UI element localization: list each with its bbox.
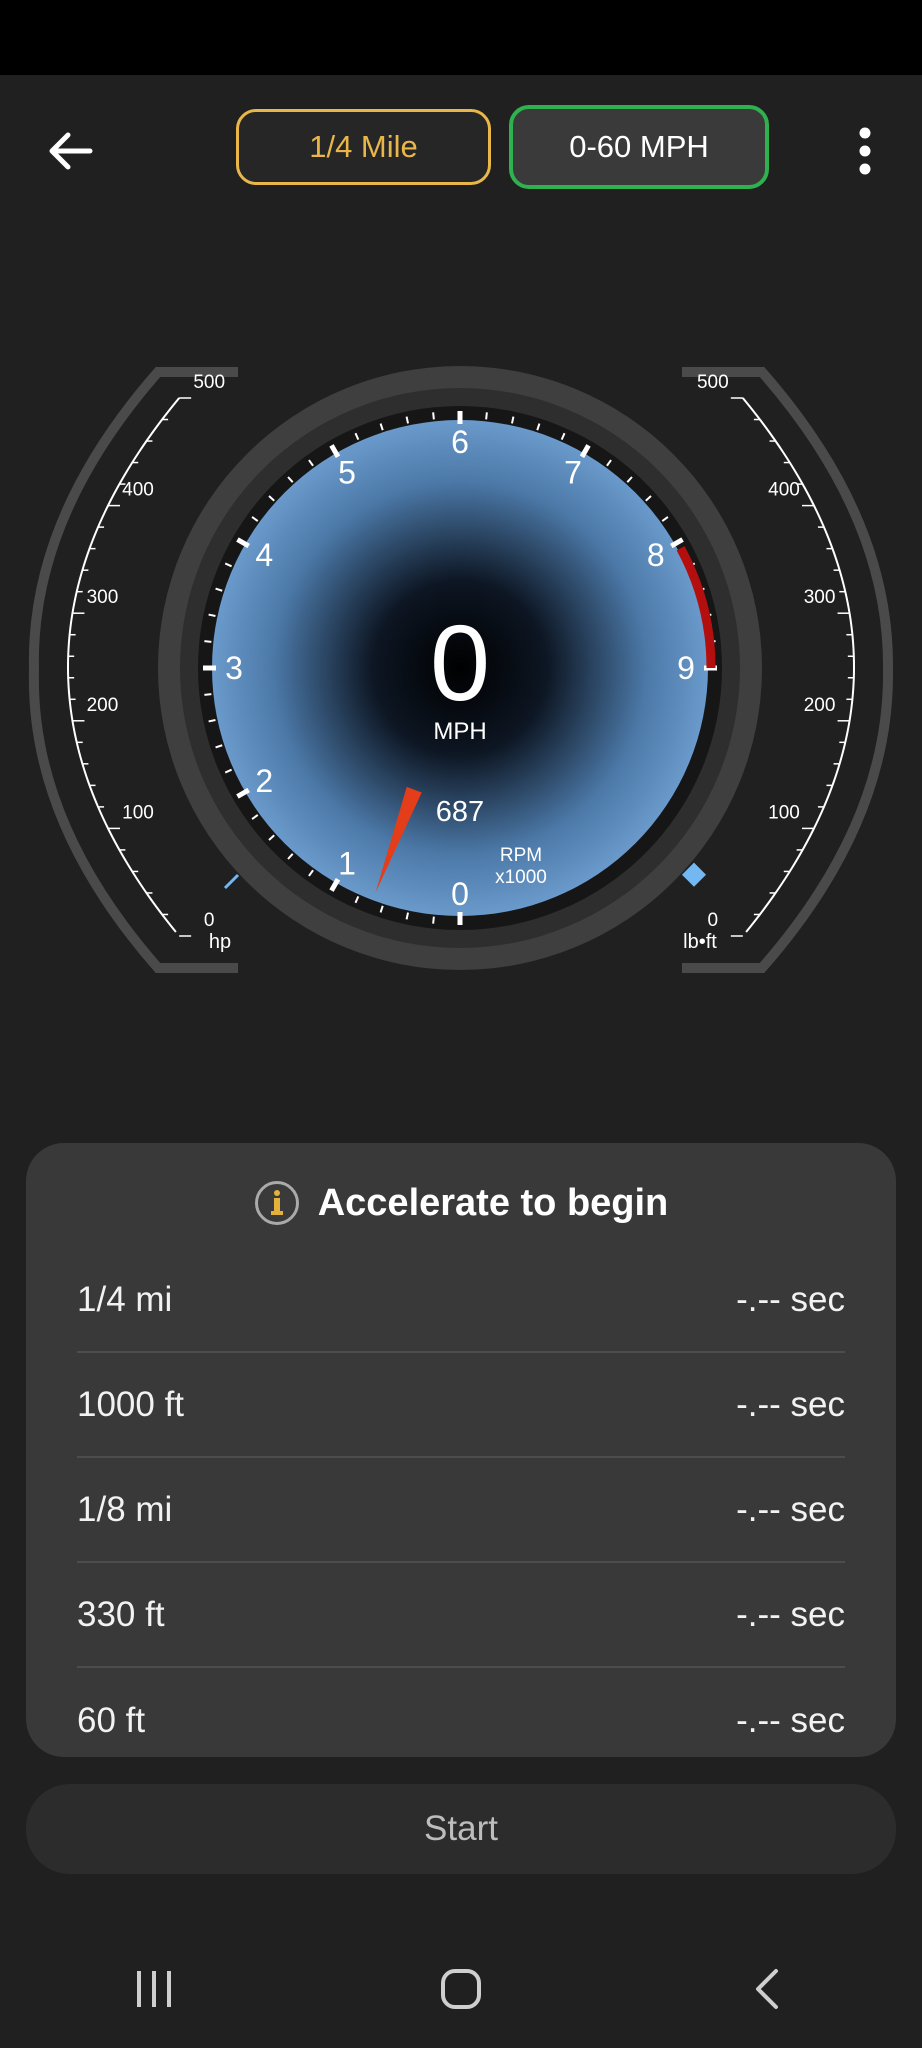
rpm-value: 687 xyxy=(436,796,484,828)
chevron-left-icon xyxy=(756,1969,779,2009)
rpm-minor-tick xyxy=(510,416,515,424)
more-vertical-icon xyxy=(859,127,871,175)
rpm-label: RPM xyxy=(500,845,542,866)
rpm-tick-label: 5 xyxy=(338,454,356,490)
result-row: 1/4 mi -.-- sec xyxy=(77,1248,845,1353)
rpm-minor-tick xyxy=(204,640,212,643)
rpm-tick-label: 6 xyxy=(451,424,469,460)
rpm-tick-label: 3 xyxy=(225,650,243,686)
result-row: 1/8 mi -.-- sec xyxy=(77,1458,845,1563)
speed-unit: MPH xyxy=(433,718,486,745)
result-row: 1000 ft -.-- sec xyxy=(77,1353,845,1458)
nav-home-button[interactable] xyxy=(401,1949,521,2029)
rpm-minor-tick xyxy=(432,916,435,924)
torque-unit: lb•ft xyxy=(683,931,717,953)
rpm-multiplier: x1000 xyxy=(495,867,547,888)
gauge-svg: 0 100 200 300 400 500 0 100 200 300 400 500 0 1 2 3 4 5… xyxy=(28,366,894,973)
side-scale-label: 200 xyxy=(87,695,119,716)
gauge-cluster: 0 100 200 300 400 500 0 100 200 300 400 500 0 1 2 3 4 5… xyxy=(0,350,922,990)
side-scale-label: 100 xyxy=(768,802,800,823)
nav-recents-button[interactable] xyxy=(94,1949,214,2029)
result-value: -.-- sec xyxy=(736,1489,845,1529)
status-bar xyxy=(0,0,922,75)
side-scale-label: 400 xyxy=(768,480,800,501)
rpm-minor-tick xyxy=(485,412,488,420)
rpm-minor-tick xyxy=(208,718,216,723)
panel-title: Accelerate to begin xyxy=(317,1181,669,1224)
side-scale-label: 0 xyxy=(204,910,215,931)
results-panel: Accelerate to begin 1/4 mi -.-- sec 1000 f… xyxy=(26,1143,896,1757)
rpm-tick-label: 8 xyxy=(647,537,665,573)
side-scale-label: 500 xyxy=(697,372,729,393)
hp-marker xyxy=(223,873,240,890)
more-options-button[interactable] xyxy=(845,119,885,183)
nav-back-button[interactable] xyxy=(708,1949,828,2029)
result-value: -.-- sec xyxy=(736,1279,845,1319)
rpm-minor-tick xyxy=(405,912,410,920)
side-scale-label: 200 xyxy=(804,695,836,716)
rpm-tick-label: 1 xyxy=(338,846,356,882)
result-label: 1000 ft xyxy=(77,1384,185,1424)
results-list: 1/4 mi -.-- sec 1000 ft -.-- sec 1/8 mi -.-- … xyxy=(77,1248,845,1773)
result-value: -.-- sec xyxy=(736,1594,845,1634)
result-value: -.-- sec xyxy=(736,1384,845,1424)
speed-value: 0 xyxy=(430,602,490,723)
mode-quarter-mile-button[interactable]: 1/4 Mile xyxy=(236,109,491,185)
system-nav-bar xyxy=(0,1930,922,2048)
result-row: 60 ft -.-- sec xyxy=(77,1668,845,1773)
side-scale-label: 500 xyxy=(193,372,225,393)
hp-unit: hp xyxy=(209,931,231,953)
result-row: 330 ft -.-- sec xyxy=(77,1563,845,1668)
result-value: -.-- sec xyxy=(736,1700,845,1740)
side-scale-label: 400 xyxy=(122,480,154,501)
arrow-left-icon xyxy=(49,132,93,170)
mode-0-60-button[interactable]: 0-60 MPH xyxy=(509,105,769,189)
panel-header: Accelerate to begin xyxy=(26,1171,896,1235)
rpm-tick-label: 2 xyxy=(255,763,273,799)
side-scale-label: 300 xyxy=(804,587,836,608)
recents-icon xyxy=(136,1971,171,2007)
rpm-tick-label: 0 xyxy=(451,876,469,912)
rpm-minor-tick xyxy=(204,693,212,696)
back-button[interactable] xyxy=(38,119,102,183)
home-icon xyxy=(440,1969,481,2009)
side-scale-label: 100 xyxy=(122,802,154,823)
result-label: 1/4 mi xyxy=(77,1279,173,1319)
side-scale-label: 0 xyxy=(708,910,719,931)
result-label: 60 ft xyxy=(77,1700,146,1740)
rpm-tick-label: 7 xyxy=(564,454,582,490)
result-label: 1/8 mi xyxy=(77,1489,173,1529)
side-scale-label: 300 xyxy=(87,587,119,608)
rpm-minor-tick xyxy=(208,613,216,618)
rpm-minor-tick xyxy=(432,412,435,420)
rpm-tick-label: 9 xyxy=(677,650,695,686)
result-label: 330 ft xyxy=(77,1594,165,1634)
start-button[interactable]: Start xyxy=(26,1784,896,1874)
info-icon xyxy=(254,1181,299,1225)
rpm-minor-tick xyxy=(405,416,410,424)
app-bar: 1/4 Mile 0-60 MPH xyxy=(0,75,922,215)
rpm-tick-label: 4 xyxy=(255,537,273,573)
